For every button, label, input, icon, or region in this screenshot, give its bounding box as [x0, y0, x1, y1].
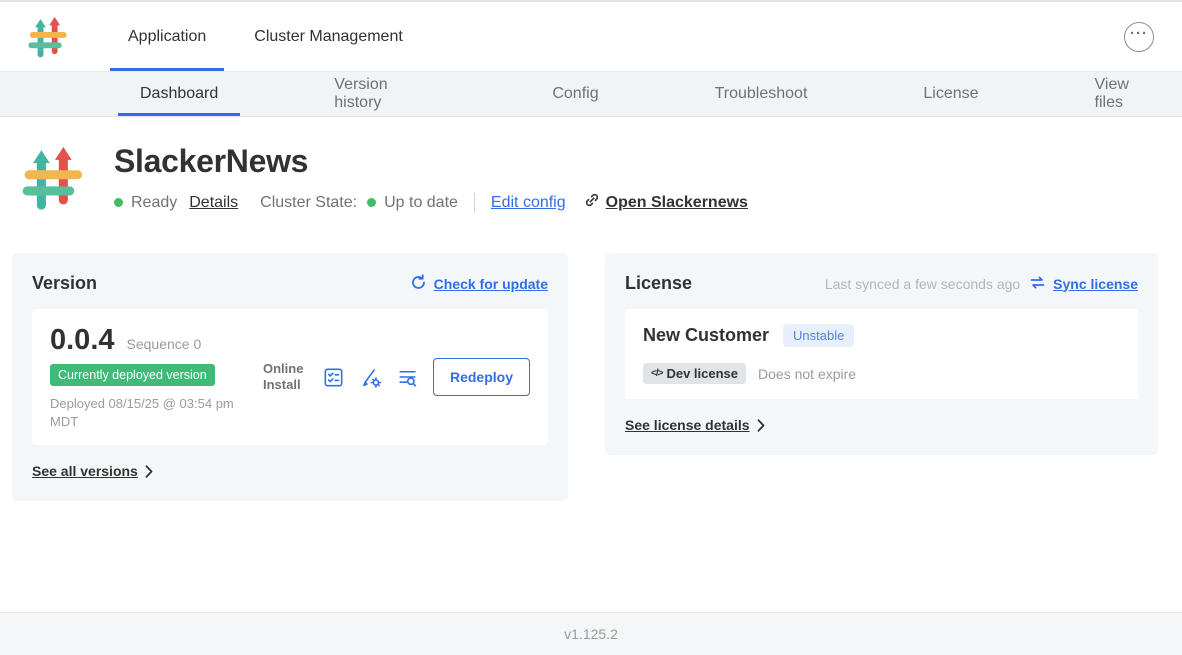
tab-cluster-management-label: Cluster Management [254, 28, 403, 46]
license-expiry-text: Does not expire [758, 366, 856, 382]
license-type-label: Dev license [666, 366, 738, 381]
subnav-config[interactable]: Config [530, 72, 620, 116]
version-card: Version Check for update 0.0.4 Sequence … [12, 253, 568, 501]
see-license-details-label: See license details [625, 417, 750, 433]
subnav-version-history-label: Version history [334, 76, 436, 112]
open-app-link[interactable]: Open Slackernews [584, 192, 748, 213]
refresh-icon [410, 274, 427, 294]
open-app-label: Open Slackernews [606, 194, 748, 212]
tab-cluster-management[interactable]: Cluster Management [236, 2, 421, 71]
license-card-title: License [625, 273, 692, 294]
subnav-view-files[interactable]: View files [1073, 72, 1182, 116]
see-license-details-link[interactable]: See license details [625, 417, 765, 433]
console-version: v1.125.2 [564, 626, 618, 642]
sequence-label: Sequence 0 [127, 336, 202, 352]
subnav-dashboard-label: Dashboard [140, 85, 218, 103]
subnav-troubleshoot-label: Troubleshoot [715, 85, 808, 103]
cluster-state-label: Cluster State: [260, 194, 357, 212]
channel-badge: Unstable [783, 324, 854, 347]
top-navbar: Application Cluster Management ··· [0, 0, 1182, 72]
subnav-version-history[interactable]: Version history [312, 72, 458, 116]
chevron-right-icon [757, 419, 765, 432]
external-link-icon [584, 192, 600, 213]
page-title: SlackerNews [114, 143, 748, 180]
app-subnav: Dashboard Version history Config Trouble… [0, 72, 1182, 117]
more-menu-icon[interactable]: ··· [1124, 22, 1154, 52]
subnav-license-label: License [923, 85, 978, 103]
customer-name: New Customer [643, 325, 769, 346]
deployed-badge: Currently deployed version [50, 364, 215, 386]
version-card-title: Version [32, 273, 97, 294]
subnav-troubleshoot[interactable]: Troubleshoot [693, 72, 830, 116]
subnav-license[interactable]: License [901, 72, 1000, 116]
app-status-dot [114, 198, 123, 207]
license-panel: New Customer Unstable </> Dev license Do… [625, 309, 1138, 399]
redeploy-button[interactable]: Redeploy [433, 358, 530, 396]
app-status-text: Ready [131, 194, 177, 212]
details-link[interactable]: Details [189, 194, 238, 212]
check-for-update-label: Check for update [434, 276, 548, 292]
app-status-row: Ready Details Cluster State: Up to date … [114, 192, 748, 213]
current-version-panel: 0.0.4 Sequence 0 Currently deployed vers… [32, 309, 548, 445]
subnav-dashboard[interactable]: Dashboard [118, 72, 240, 116]
sync-license-label: Sync license [1053, 276, 1138, 292]
deployed-timestamp: Deployed 08/15/25 @ 03:54 pm MDT [50, 395, 260, 430]
license-card: License Last synced a few seconds ago Sy… [605, 253, 1158, 455]
app-header: SlackerNews Ready Details Cluster State:… [22, 143, 1182, 213]
license-type-badge: </> Dev license [643, 363, 746, 384]
top-tabs: Application Cluster Management [110, 2, 433, 71]
sync-license-link[interactable]: Sync license [1029, 275, 1138, 293]
subnav-config-label: Config [552, 85, 598, 103]
see-all-versions-link[interactable]: See all versions [32, 463, 153, 479]
sync-icon [1029, 275, 1046, 293]
tab-application-label: Application [128, 28, 206, 46]
config-gear-icon[interactable] [359, 365, 383, 389]
dashboard-cards: Version Check for update 0.0.4 Sequence … [12, 253, 1158, 501]
tab-application[interactable]: Application [110, 2, 224, 71]
install-type-label: Online Install [263, 361, 309, 394]
footer: v1.125.2 [0, 612, 1182, 655]
version-number: 0.0.4 [50, 324, 115, 357]
slackernews-logo-icon[interactable] [28, 16, 68, 58]
chevron-right-icon [145, 465, 153, 478]
edit-config-link[interactable]: Edit config [491, 194, 566, 212]
cluster-state-dot [367, 198, 376, 207]
app-icon [22, 145, 84, 211]
release-notes-icon[interactable] [322, 365, 346, 389]
subnav-view-files-label: View files [1095, 76, 1160, 112]
last-synced-text: Last synced a few seconds ago [825, 276, 1020, 292]
code-icon: </> [651, 368, 662, 379]
cluster-state-value: Up to date [384, 194, 458, 212]
check-for-update-link[interactable]: Check for update [410, 274, 548, 294]
divider [474, 193, 475, 213]
see-all-versions-label: See all versions [32, 463, 138, 479]
logs-icon[interactable] [396, 365, 420, 389]
